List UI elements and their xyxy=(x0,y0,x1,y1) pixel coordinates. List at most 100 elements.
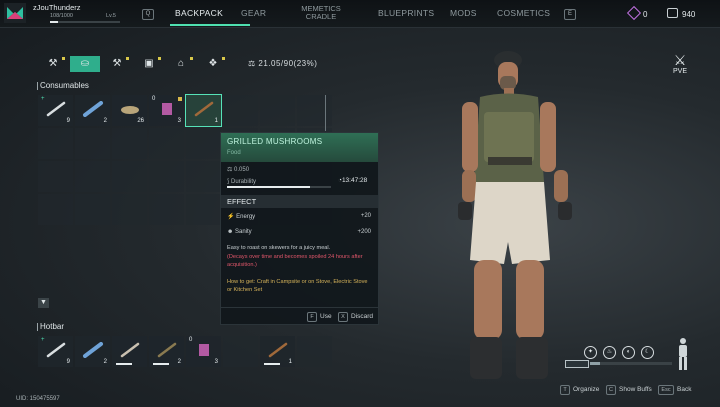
new-marker xyxy=(126,57,129,60)
item-slot-grilled-mushrooms[interactable]: 1 xyxy=(185,94,222,127)
category-tab-bag[interactable]: ⛀ xyxy=(70,56,100,72)
item-count: 1 xyxy=(288,359,292,365)
filter-button[interactable]: ▼ xyxy=(38,298,49,308)
status-bar xyxy=(590,362,672,365)
item-slot-bandage[interactable]: 2 xyxy=(75,336,110,367)
tool-icon: ⚒ xyxy=(112,58,122,69)
tooltip-weight-value: 0.050 xyxy=(234,167,250,173)
grilled-mushrooms-icon xyxy=(194,101,214,117)
tooltip-title: GRILLED MUSHROOMS xyxy=(227,137,323,146)
empty-slot[interactable] xyxy=(297,95,332,126)
slot-badge: 0 xyxy=(152,96,156,102)
buff-icon-4[interactable]: ☾ xyxy=(641,346,654,359)
grilled-mushrooms-icon xyxy=(268,342,288,358)
empty-slot[interactable] xyxy=(186,194,221,225)
item-slot-baton[interactable]: 2 xyxy=(149,336,184,367)
buff-icon-3[interactable]: ◐ xyxy=(622,346,635,359)
tab-backpack[interactable]: BACKPACK xyxy=(175,8,223,18)
scrollbar[interactable] xyxy=(325,95,326,131)
character-model xyxy=(458,51,572,379)
tab-cosmetics[interactable]: COSMETICS xyxy=(497,8,550,18)
crossed-swords-icon: ⚔ xyxy=(673,52,687,68)
slot-badge: 0 xyxy=(189,337,193,343)
empty-slot[interactable] xyxy=(223,336,258,367)
item-slot-food-plate[interactable]: 26 xyxy=(112,95,147,126)
game-logo-icon xyxy=(4,3,26,23)
empty-slot[interactable] xyxy=(38,194,73,225)
buff-icon-2[interactable]: ♨ xyxy=(603,346,616,359)
plus-marker: + xyxy=(41,337,45,343)
new-marker xyxy=(158,57,161,60)
empty-slot[interactable] xyxy=(75,194,110,225)
empty-slot[interactable] xyxy=(38,128,73,159)
tab-blueprints[interactable]: BLUEPRINTS xyxy=(378,8,434,18)
empty-slot[interactable] xyxy=(186,128,221,159)
tab-memetics-cradle[interactable]: MEMETICS CRADLE xyxy=(296,5,346,21)
empty-slot[interactable] xyxy=(149,128,184,159)
xp-text: 108/1000 xyxy=(50,13,73,19)
tab-mods[interactable]: MODS xyxy=(450,8,477,18)
user-id: UID: 150475597 xyxy=(16,396,60,402)
new-marker xyxy=(190,57,193,60)
empty-slot[interactable] xyxy=(112,161,147,192)
back-label: Back xyxy=(677,386,692,393)
organize-button[interactable]: T Organize xyxy=(560,385,599,395)
empty-slot[interactable] xyxy=(260,95,295,126)
gem-icon xyxy=(626,5,642,21)
timer-text: 13:47:28 xyxy=(341,177,368,184)
crate-icon: ▣ xyxy=(144,58,154,69)
empty-slot[interactable] xyxy=(149,161,184,192)
back-button[interactable]: Esc Back xyxy=(658,385,691,395)
item-slot-syringe[interactable]: +9 xyxy=(38,95,73,126)
empty-slot[interactable] xyxy=(186,161,221,192)
prev-tab-key[interactable]: Q xyxy=(142,9,154,20)
category-tab-wings[interactable]: ❖ xyxy=(198,56,228,72)
canned-food-icon xyxy=(199,344,209,356)
item-slot-pickaxe[interactable] xyxy=(112,336,147,367)
effect-value: +20 xyxy=(360,213,371,219)
mode-indicator: ⚔ PVE xyxy=(668,52,692,75)
tab-gear[interactable]: GEAR xyxy=(241,8,266,18)
body-silhouette-icon xyxy=(679,338,687,370)
pickaxe-icon xyxy=(120,342,140,358)
wrench-icon: ⚒ xyxy=(48,58,58,69)
category-tab-crate[interactable]: ▣ xyxy=(134,56,164,72)
section-consumables: Consumables xyxy=(37,81,89,90)
effect-label: Sanity xyxy=(234,229,252,235)
effect-sanity: ☻ Sanity +200 xyxy=(227,229,371,235)
empty-slot[interactable] xyxy=(297,336,332,367)
premium-currency: 0 xyxy=(626,5,647,21)
empty-slot[interactable] xyxy=(149,194,184,225)
item-slot-syringe[interactable]: +9 xyxy=(38,336,73,367)
durability-text: Durability xyxy=(231,179,257,185)
use-button[interactable]: F Use xyxy=(307,312,332,322)
empty-slot[interactable] xyxy=(112,194,147,225)
item-slot-bandage[interactable]: 2 xyxy=(75,95,110,126)
credits-icon xyxy=(667,8,678,18)
empty-slot[interactable] xyxy=(223,95,258,126)
discard-label: Discard xyxy=(351,313,374,320)
tooltip-warning: (Decays over time and becomes spoiled 24… xyxy=(227,254,363,268)
empty-slot[interactable] xyxy=(112,128,147,159)
organize-key: T xyxy=(560,385,570,395)
empty-slot[interactable] xyxy=(75,128,110,159)
empty-slot[interactable] xyxy=(75,161,110,192)
buff-icon-1[interactable]: ✦ xyxy=(584,346,597,359)
category-tab-house[interactable]: ⌂ xyxy=(166,56,196,72)
active-tab-indicator xyxy=(170,24,250,26)
next-tab-key[interactable]: E xyxy=(564,9,576,20)
item-slot-canned-food[interactable]: 03 xyxy=(149,95,184,126)
show-buffs-button[interactable]: C Show Buffs xyxy=(606,385,652,395)
category-tab-wrench[interactable]: ⚒ xyxy=(38,56,68,72)
show-buffs-key: C xyxy=(606,385,616,395)
category-tab-tool[interactable]: ⚒ xyxy=(102,56,132,72)
level-text: Lv.5 xyxy=(106,13,116,19)
organize-label: Organize xyxy=(573,386,600,393)
carry-weight-value: 21.05/90(23%) xyxy=(258,59,318,68)
item-slot-canned-food[interactable]: 03 xyxy=(186,336,221,367)
empty-slot[interactable] xyxy=(38,161,73,192)
bandage-icon xyxy=(83,342,103,358)
item-slot-grilled-mushrooms[interactable]: 1 xyxy=(260,336,295,367)
discard-button[interactable]: X Discard xyxy=(338,312,373,322)
wings-icon: ❖ xyxy=(208,58,218,69)
